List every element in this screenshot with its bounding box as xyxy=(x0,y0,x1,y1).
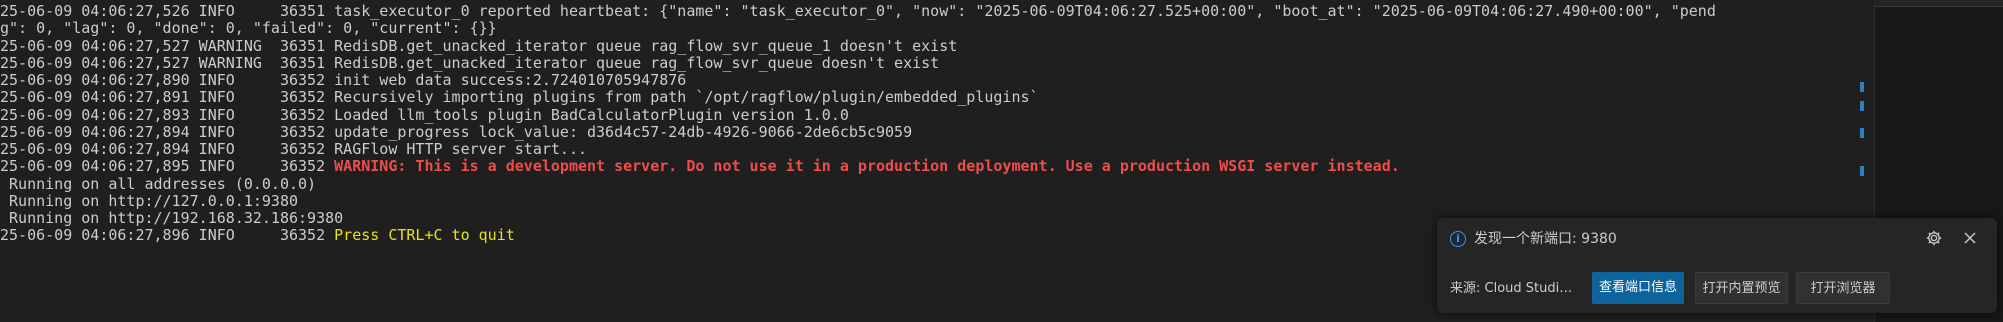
ruler-marker xyxy=(1860,166,1864,176)
close-icon[interactable] xyxy=(1960,228,1980,248)
ruler-marker xyxy=(1860,82,1864,92)
gear-icon[interactable] xyxy=(1924,228,1944,248)
quit-hint-text: Press CTRL+C to quit xyxy=(334,226,515,245)
open-builtin-preview-button[interactable]: 打开内置预览 xyxy=(1695,272,1788,304)
ruler-marker xyxy=(1860,128,1864,138)
open-browser-button[interactable]: 打开浏览器 xyxy=(1796,272,1890,304)
notification-source: 来源: Cloud Studio Bro... xyxy=(1450,281,1580,296)
ruler-marker xyxy=(1860,101,1864,111)
warning-text: WARNING: This is a development server. D… xyxy=(334,157,1400,176)
terminal-line: 25-06-09 04:06:27,896 INFO 36352 Press C… xyxy=(0,224,515,246)
secondary-panel-header xyxy=(1874,0,2003,7)
port-notification: i 发现一个新端口: 9380 来源: Cloud Studio Bro... … xyxy=(1437,218,1997,313)
terminal-line-text: 25-06-09 04:06:27,896 INFO 36352 xyxy=(0,226,335,245)
notification-message: 发现一个新端口: 9380 xyxy=(1474,231,1617,247)
info-icon: i xyxy=(1450,231,1466,247)
view-port-info-button[interactable]: 查看端口信息 xyxy=(1592,272,1684,304)
